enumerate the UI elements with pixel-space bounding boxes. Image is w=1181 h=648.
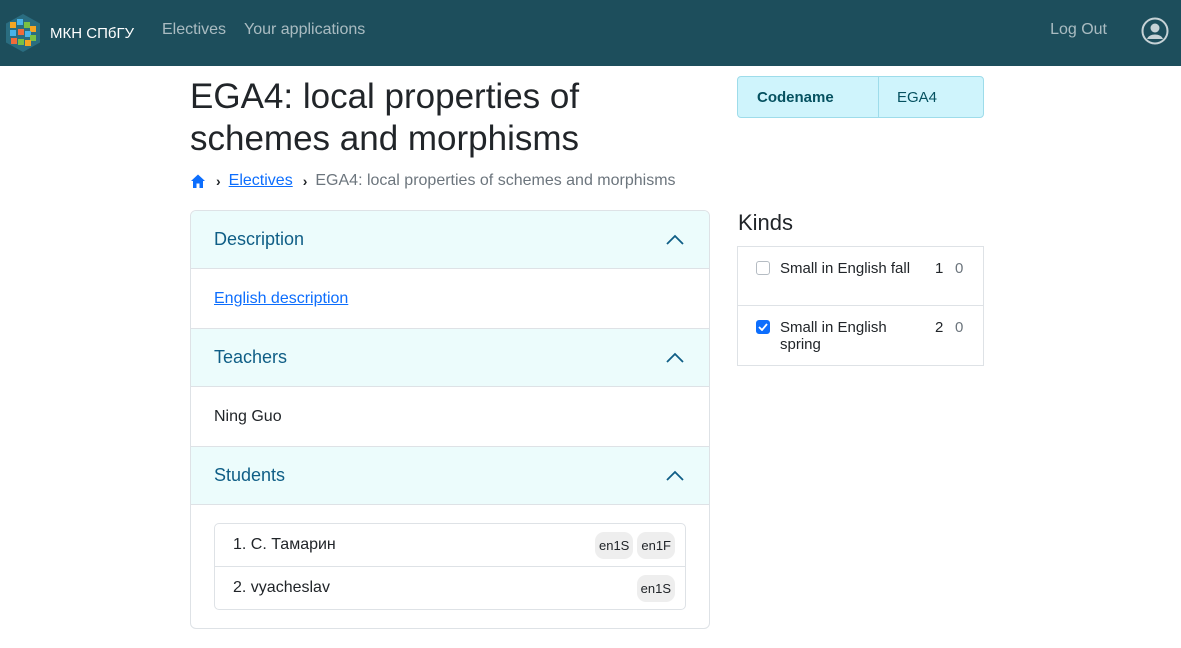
user-avatar-icon[interactable] <box>1141 17 1169 45</box>
teachers-section-body: Ning Guo <box>191 387 709 447</box>
kinds-list: Small in English fall 1 0 Small in Engli… <box>737 246 984 366</box>
students-section-body: 1. С. Тамарин en1S en1F 2. vyacheslav en… <box>191 505 709 628</box>
students-list: 1. С. Тамарин en1S en1F 2. vyacheslav en… <box>214 523 686 610</box>
description-header-label: Description <box>214 229 305 249</box>
chevron-up-icon <box>666 234 684 245</box>
codename-key: Codename <box>738 77 879 117</box>
kind-item-spring: Small in English spring 2 0 <box>738 306 983 365</box>
kind-badge: en1S <box>636 574 675 602</box>
codename-value: EGA4 <box>897 88 938 106</box>
description-section-body: English description <box>191 269 709 329</box>
logo-icon <box>6 14 40 52</box>
kind-label: Small in English spring <box>780 319 887 353</box>
page-title: EGA4: local properties of schemes and mo… <box>190 77 580 158</box>
students-header-label: Students <box>214 465 286 485</box>
elective-accordion: Description English description Teachers… <box>190 210 710 629</box>
kind-count: 1 <box>935 260 944 277</box>
kind-other-count: 0 <box>955 319 964 336</box>
breadcrumb-separator: › <box>302 173 308 189</box>
kind-checkbox[interactable] <box>756 320 770 334</box>
kind-badge: en1F <box>637 531 675 559</box>
navbar: МКН СПбГУ Electives Your applications Lo… <box>0 0 1181 66</box>
student-badges: en1S <box>636 574 675 602</box>
logout-link[interactable]: Log Out <box>1050 21 1107 39</box>
students-section-header[interactable]: Students <box>191 447 709 505</box>
breadcrumb-current: EGA4: local properties of schemes and mo… <box>315 172 676 189</box>
chevron-up-icon <box>666 470 684 481</box>
teachers-header-label: Teachers <box>214 347 288 367</box>
breadcrumb: › Electives › EGA4: local properties of … <box>190 170 676 192</box>
student-row: 2. vyacheslav en1S <box>215 567 685 609</box>
home-icon[interactable] <box>190 173 206 189</box>
kinds-title: Kinds <box>738 210 794 235</box>
chevron-up-icon <box>666 352 684 363</box>
teachers-section-header[interactable]: Teachers <box>191 329 709 387</box>
student-name: 2. vyacheslav <box>233 579 330 596</box>
kind-other-count: 0 <box>955 260 964 277</box>
checkmark-icon <box>758 323 768 331</box>
description-section-header[interactable]: Description <box>191 211 709 269</box>
brand-link[interactable]: МКН СПбГУ <box>6 13 134 53</box>
teacher-name: Ning Guo <box>214 407 282 425</box>
student-row: 1. С. Тамарин en1S en1F <box>215 524 685 567</box>
kind-label: Small in English fall <box>780 260 911 277</box>
kind-checkbox[interactable] <box>756 261 770 275</box>
student-badges: en1S en1F <box>594 531 675 559</box>
kind-badge: en1S <box>594 531 634 559</box>
brand-text: МКН СПбГУ <box>50 24 135 42</box>
breadcrumb-separator: › <box>216 173 221 189</box>
kind-item-fall: Small in English fall 1 0 <box>738 247 983 306</box>
kind-count: 2 <box>935 319 944 336</box>
breadcrumb-electives-link[interactable]: Electives <box>229 172 293 190</box>
codename-table: Codename EGA4 <box>737 76 984 118</box>
english-description-link[interactable]: English description <box>214 290 348 308</box>
nav-electives[interactable]: Electives <box>162 21 226 39</box>
student-name: 1. С. Тамарин <box>233 536 336 553</box>
nav-your-applications[interactable]: Your applications <box>244 21 365 39</box>
